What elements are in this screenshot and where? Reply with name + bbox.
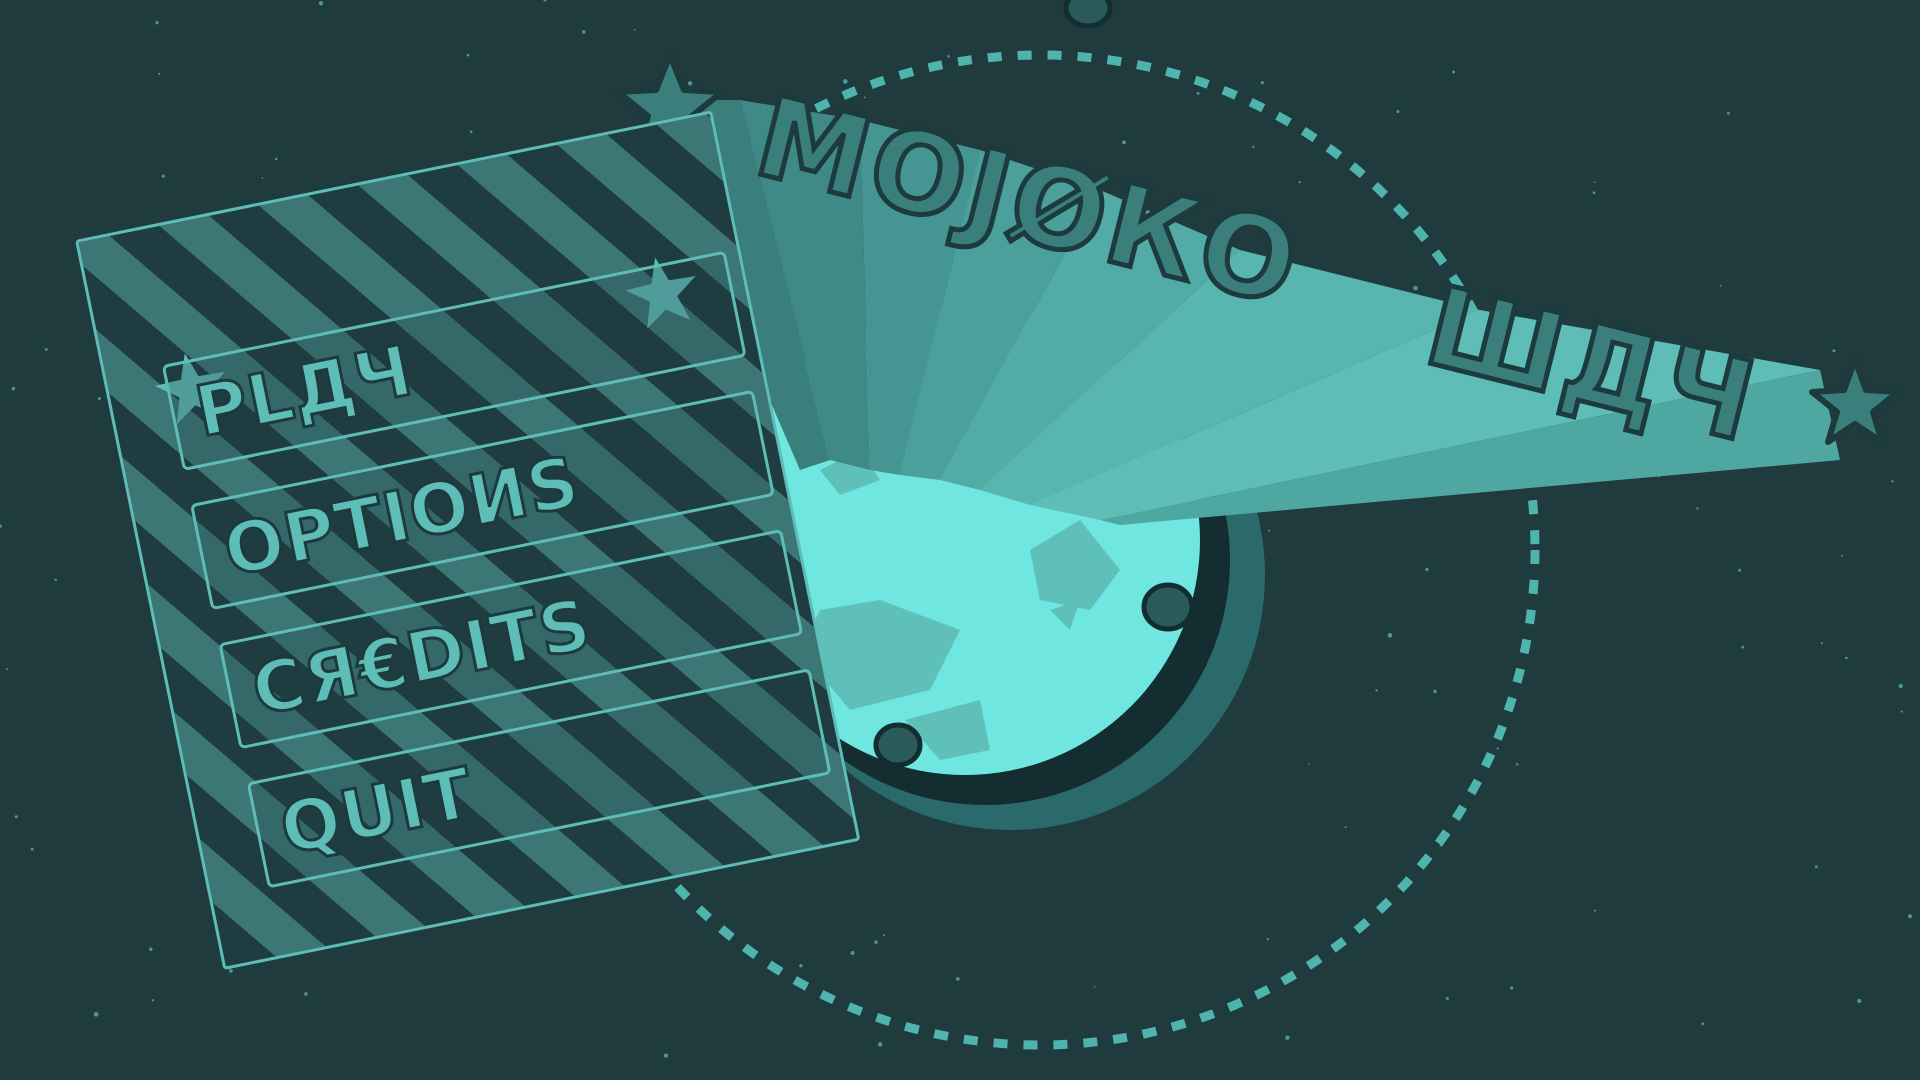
- background-star: [842, 79, 848, 84]
- background-star: [1820, 642, 1823, 645]
- background-star: [469, 130, 473, 134]
- background-star: [1387, 633, 1393, 638]
- background-star: [158, 72, 161, 75]
- background-star: [1093, 985, 1096, 988]
- background-star: [151, 999, 155, 1002]
- background-star: [1445, 996, 1449, 1001]
- background-star: [1726, 111, 1730, 115]
- background-star: [883, 934, 886, 936]
- background-star: [0, 524, 2, 528]
- background-star: [1891, 480, 1894, 483]
- background-star: [799, 963, 803, 968]
- background-star: [1375, 689, 1378, 692]
- background-star: [1425, 567, 1429, 572]
- background-star: [1900, 710, 1903, 713]
- background-star: [1396, 109, 1400, 114]
- background-star: [1285, 1035, 1290, 1040]
- background-star: [318, 1, 324, 6]
- background-star: [1509, 986, 1514, 990]
- background-star: [1832, 349, 1836, 353]
- background-star: [663, 1053, 669, 1058]
- background-star: [161, 174, 165, 178]
- background-star: [304, 992, 308, 996]
- background-star: [543, 0, 547, 2]
- background-star: [466, 53, 470, 57]
- background-star: [581, 30, 586, 34]
- background-star: [877, 1042, 883, 1047]
- background-star: [274, 157, 278, 161]
- background-star: [1260, 81, 1264, 85]
- background-star: [1593, 909, 1597, 912]
- background-star: [1307, 762, 1310, 765]
- background-star: [261, 177, 264, 179]
- background-star: [687, 81, 693, 86]
- background-star: [93, 1011, 99, 1017]
- background-star: [155, 21, 159, 25]
- background-star: [1593, 181, 1596, 184]
- background-star: [1841, 554, 1844, 557]
- background-star: [955, 977, 960, 981]
- background-star: [11, 386, 16, 391]
- background-star: [1496, 747, 1499, 750]
- background-star: [1196, 91, 1200, 95]
- background-star: [44, 348, 48, 351]
- background-star: [1592, 191, 1596, 195]
- background-star: [1452, 70, 1456, 74]
- background-star: [1298, 180, 1301, 184]
- background-star: [54, 578, 57, 582]
- background-star: [947, 54, 950, 58]
- background-star: [30, 847, 34, 851]
- background-star: [1344, 826, 1347, 829]
- background-star: [149, 947, 153, 951]
- background-star: [1413, 285, 1418, 291]
- background-star: [6, 668, 9, 671]
- background-star: [1266, 938, 1269, 941]
- background-star: [1845, 656, 1848, 660]
- background-star: [1696, 507, 1699, 510]
- background-star: [1741, 645, 1745, 649]
- background-star: [850, 951, 855, 955]
- background-star: [1252, 145, 1255, 149]
- background-star: [1814, 865, 1818, 869]
- background-star: [229, 969, 233, 973]
- background-star: [1719, 284, 1722, 287]
- background-star: [1433, 689, 1437, 694]
- background-star: [874, 940, 878, 944]
- background-star: [14, 815, 18, 819]
- background-star: [633, 28, 636, 31]
- background-star: [97, 396, 101, 401]
- background-star: [1122, 140, 1126, 145]
- background-star: [1738, 568, 1742, 572]
- background-star: [1268, 529, 1270, 532]
- background-star: [1857, 998, 1862, 1004]
- background-star: [1898, 683, 1903, 689]
- background-star: [1701, 1022, 1705, 1026]
- background-star: [1515, 763, 1519, 766]
- background-star: [1908, 914, 1912, 919]
